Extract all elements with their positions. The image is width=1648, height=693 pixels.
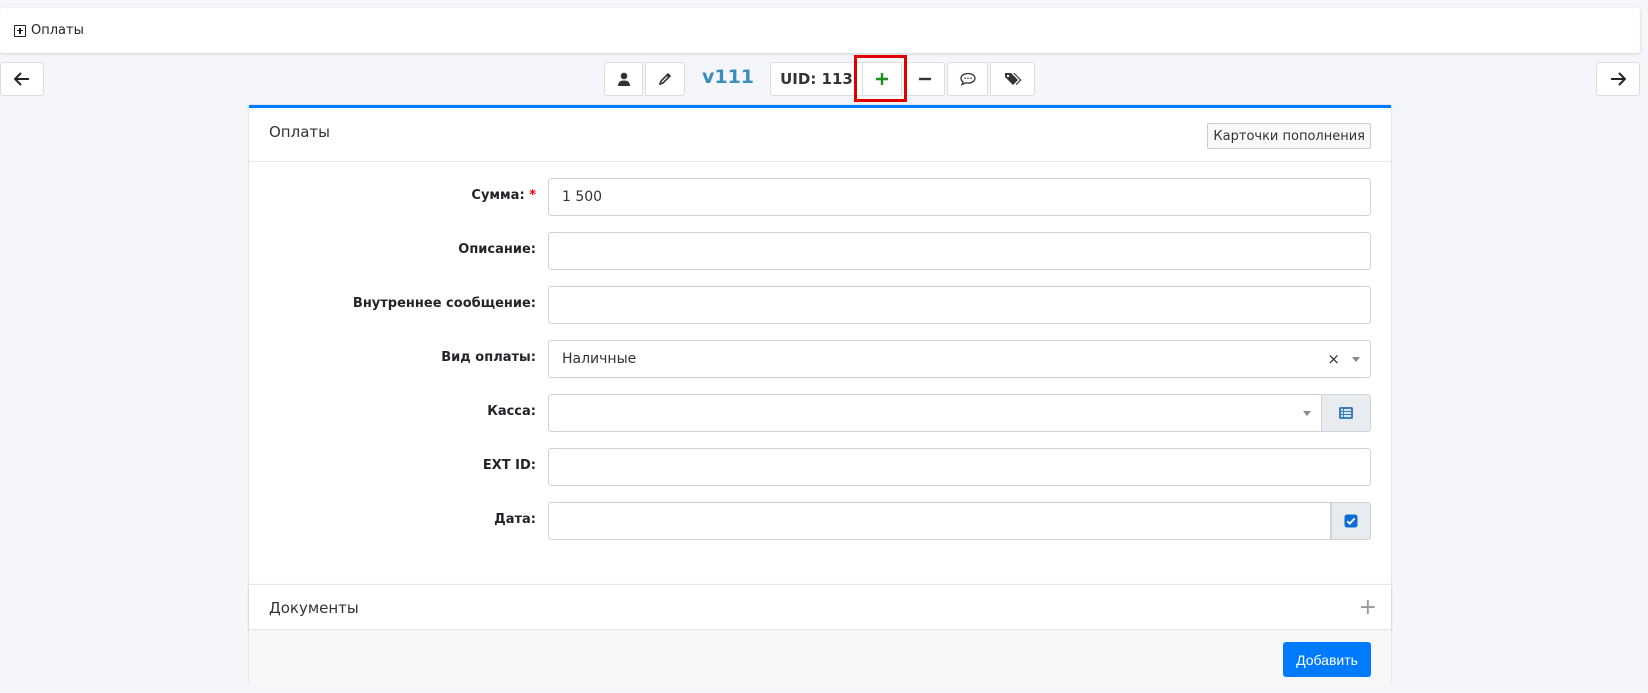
comments-button[interactable] (947, 62, 988, 96)
card-footer: Добавить (249, 630, 1391, 686)
ext-id-label: EXT ID: (482, 458, 536, 473)
internal-message-row: Внутреннее сообщение: (249, 286, 1391, 324)
cashbox-select[interactable] (548, 394, 1322, 432)
user-icon (617, 72, 630, 86)
payment-type-label: Вид оплаты: (441, 350, 536, 365)
edit-user-button[interactable] (645, 62, 685, 96)
internal-message-label: Внутреннее сообщение: (352, 296, 536, 311)
topup-cards-button[interactable]: Карточки пополнения (1207, 123, 1371, 149)
payments-collapse-bar[interactable]: Оплаты (0, 8, 1640, 53)
expand-plus-icon[interactable]: + (1359, 595, 1377, 620)
date-label: Дата: (494, 512, 536, 527)
documents-title: Документы (269, 599, 359, 617)
user-uid: UID: 113 (770, 62, 862, 96)
description-row: Описание: (249, 232, 1391, 270)
ext-id-input[interactable] (548, 448, 1371, 486)
internal-message-input[interactable] (548, 286, 1371, 324)
payments-collapse-label: Оплаты (31, 23, 84, 38)
pencil-icon (658, 72, 672, 86)
card-header: Оплаты Карточки пополнения (249, 108, 1391, 162)
cashbox-list-button[interactable] (1321, 394, 1371, 432)
card-title: Оплаты (269, 123, 330, 141)
description-label: Описание: (458, 242, 536, 257)
comment-icon (959, 72, 976, 86)
caret-down-icon (1303, 411, 1311, 416)
cashbox-label: Касса: (487, 404, 536, 419)
user-info-button[interactable] (604, 62, 643, 96)
documents-section[interactable]: Документы + (249, 584, 1391, 630)
add-fee-button[interactable] (904, 62, 945, 96)
date-checkbox-addon (1331, 502, 1371, 540)
tags-icon (1004, 73, 1021, 85)
clear-icon[interactable]: × (1327, 350, 1340, 368)
payment-card: Оплаты Карточки пополнения Сумма: * 1 50… (249, 105, 1391, 686)
checkbox-checked-icon[interactable] (1344, 514, 1358, 528)
minus-icon (918, 77, 931, 81)
ext-id-row: EXT ID: (249, 448, 1391, 486)
arrow-right-icon (1611, 72, 1626, 86)
date-input[interactable] (548, 502, 1331, 540)
highlight-frame (854, 55, 907, 102)
back-button[interactable] (0, 62, 44, 96)
cashbox-row: Касса: (249, 394, 1391, 432)
sum-row: Сумма: * 1 500 (249, 178, 1391, 216)
caret-down-icon (1352, 357, 1360, 362)
user-login[interactable]: v111 (697, 66, 759, 92)
payment-type-value: Наличные (562, 351, 637, 367)
payment-type-row: Вид оплаты: Наличные × (249, 340, 1391, 378)
description-input[interactable] (548, 232, 1371, 270)
add-button[interactable]: Добавить (1283, 642, 1371, 677)
sum-input[interactable]: 1 500 (548, 178, 1371, 216)
plus-square-icon (14, 24, 26, 37)
list-icon (1339, 407, 1353, 419)
date-row: Дата: (249, 502, 1391, 540)
sum-label: Сумма: * (471, 188, 536, 203)
tags-button[interactable] (990, 62, 1035, 96)
required-mark: * (529, 188, 536, 203)
forward-button[interactable] (1596, 62, 1640, 96)
arrow-left-icon (14, 72, 29, 86)
payment-type-select[interactable]: Наличные × (548, 340, 1371, 378)
